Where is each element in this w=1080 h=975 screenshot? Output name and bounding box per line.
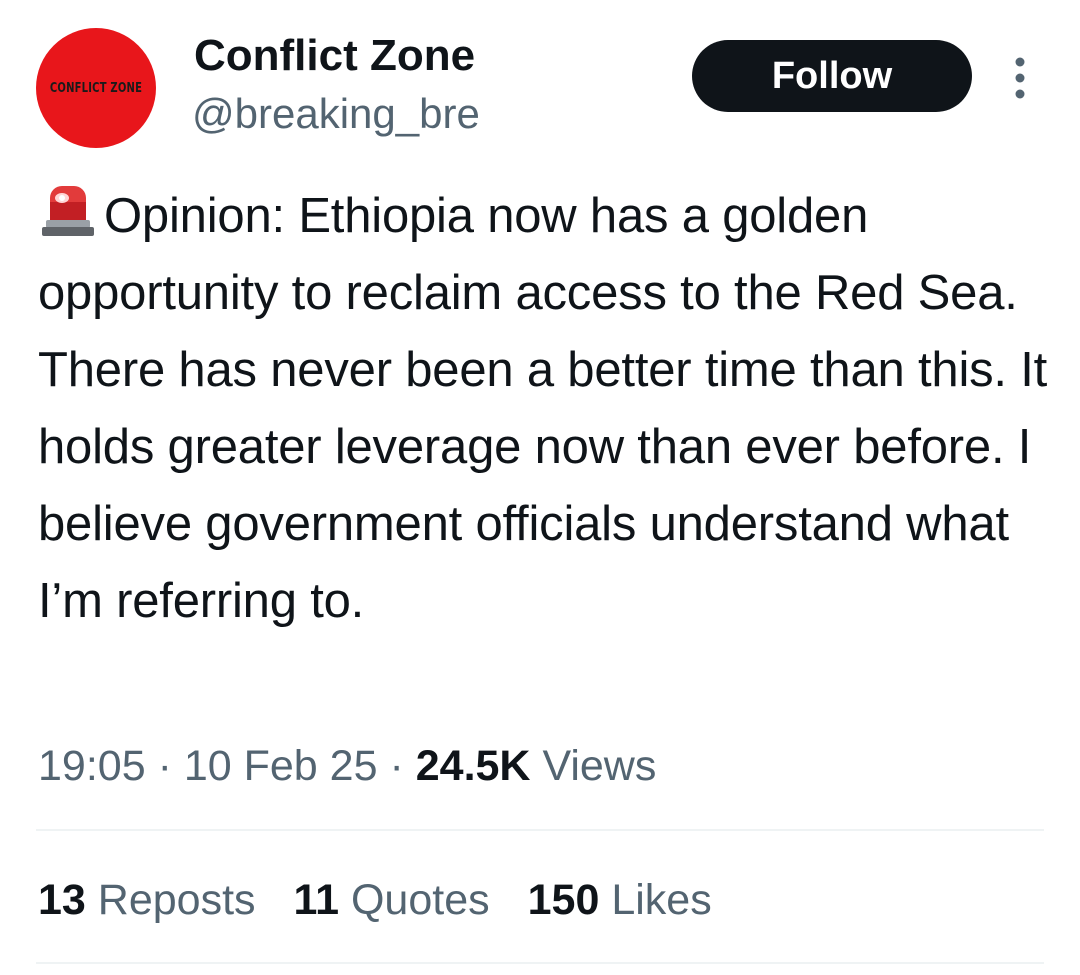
engagement-stats: 13 Reposts 11 Quotes 150 Likes xyxy=(38,872,750,928)
views-label: Views xyxy=(542,742,657,790)
meta-separator: · xyxy=(389,742,404,790)
tweet-time[interactable]: 19:05 xyxy=(38,742,146,790)
tweet-date[interactable]: 10 Feb 25 xyxy=(184,742,378,790)
avatar[interactable]: CONFLICT ZONE xyxy=(36,28,156,148)
meta-separator: · xyxy=(157,742,172,790)
reposts-label: Reposts xyxy=(97,876,256,924)
display-name[interactable]: Conflict Zone xyxy=(194,30,475,82)
reposts-stat[interactable]: 13 Reposts xyxy=(38,872,256,928)
quotes-stat[interactable]: 11 Quotes xyxy=(294,872,490,928)
tweet-meta: 19:05 · 10 Feb 25 · 24.5K Views xyxy=(38,738,656,794)
divider xyxy=(36,829,1044,831)
follow-button[interactable]: Follow xyxy=(692,40,972,112)
tweet-text: Opinion: Ethiopia now has a golden oppor… xyxy=(38,178,1058,640)
quotes-count: 11 xyxy=(293,876,340,924)
tweet-detail: CONFLICT ZONE Conflict Zone @breaking_br… xyxy=(0,0,1080,975)
tweet-body: Opinion: Ethiopia now has a golden oppor… xyxy=(38,189,1048,628)
user-handle[interactable]: @breaking_bre xyxy=(192,88,480,140)
police-siren-icon xyxy=(42,186,94,236)
views-count: 24.5K xyxy=(415,742,531,790)
likes-stat[interactable]: 150 Likes xyxy=(528,872,712,928)
avatar-logo-text: CONFLICT ZONE xyxy=(49,80,143,96)
reposts-count: 13 xyxy=(38,876,86,924)
likes-label: Likes xyxy=(611,876,712,924)
more-vertical-icon[interactable] xyxy=(1008,56,1032,100)
quotes-label: Quotes xyxy=(350,876,490,924)
likes-count: 150 xyxy=(527,876,600,924)
divider xyxy=(36,962,1044,964)
